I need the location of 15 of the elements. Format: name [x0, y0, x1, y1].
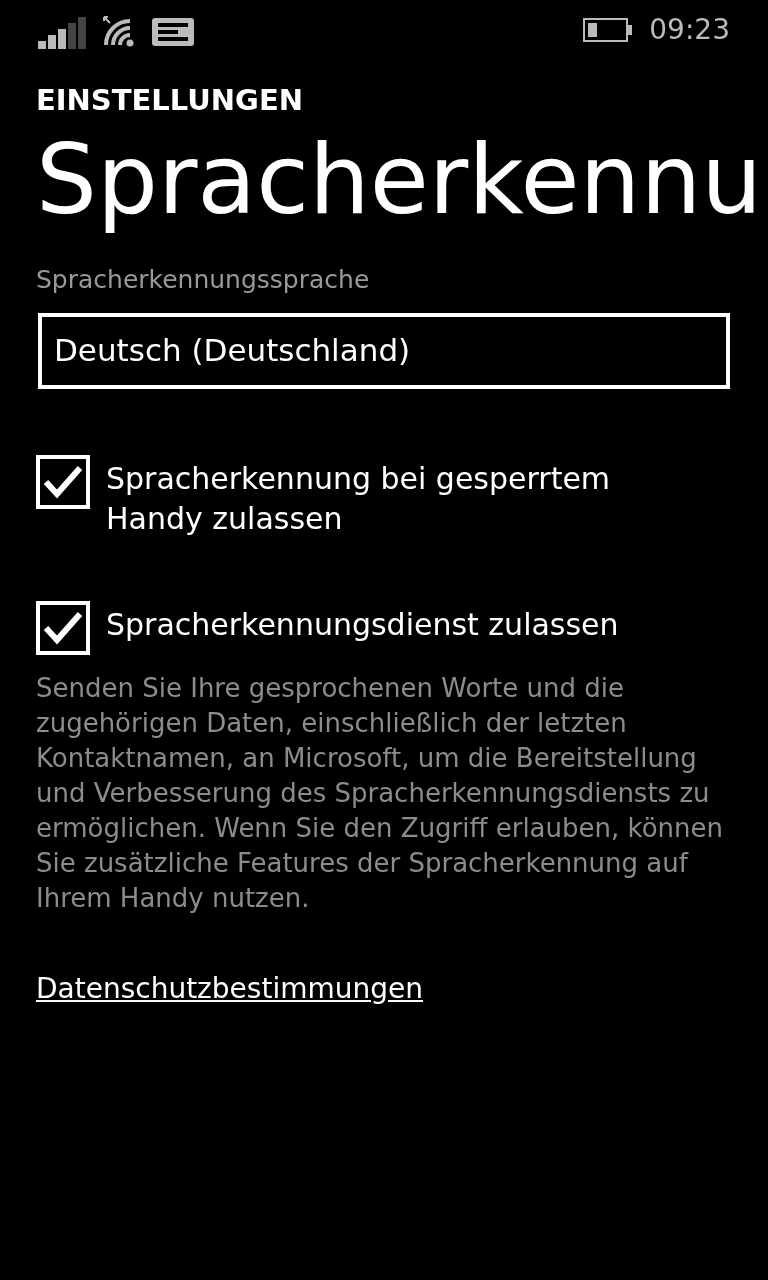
language-picker[interactable]: Deutsch (Deutschland) — [38, 312, 730, 389]
field-label: Spracherkennungssprache — [36, 264, 370, 296]
signal-icon — [38, 17, 86, 49]
checkbox[interactable] — [36, 600, 90, 655]
checkbox-label: Spracherkennungsdienst zulassen — [106, 605, 620, 644]
checkbox-label: Spracherkennung bei gesperrtem Handy zulassen — [106, 459, 612, 538]
privacy-link[interactable]: Datenschutzbestimmungen — [36, 967, 423, 1010]
message-icon — [152, 18, 194, 46]
description-text: Senden Sie Ihre gesprochenen Worte und die zugehörigen Daten, einschließlich der letzten Kontaktnamen, an Microsoft, um die Bereitstellung und Verbesserung des Spracherkennungsdiensts zu ermöglichen. Wenn Sie den Zugriff erlauben, können Sie zusätzliche Features der Spracherkennung auf Ihrem Handy nutzen. — [36, 671, 724, 915]
wifi-icon — [102, 15, 136, 49]
app-title: EINSTELLUNGEN — [36, 86, 303, 115]
battery-icon — [583, 18, 634, 42]
checkbox[interactable] — [36, 454, 90, 509]
page-title: Spracherkennu — [36, 125, 763, 235]
clock-time: 09:23 — [649, 16, 730, 44]
